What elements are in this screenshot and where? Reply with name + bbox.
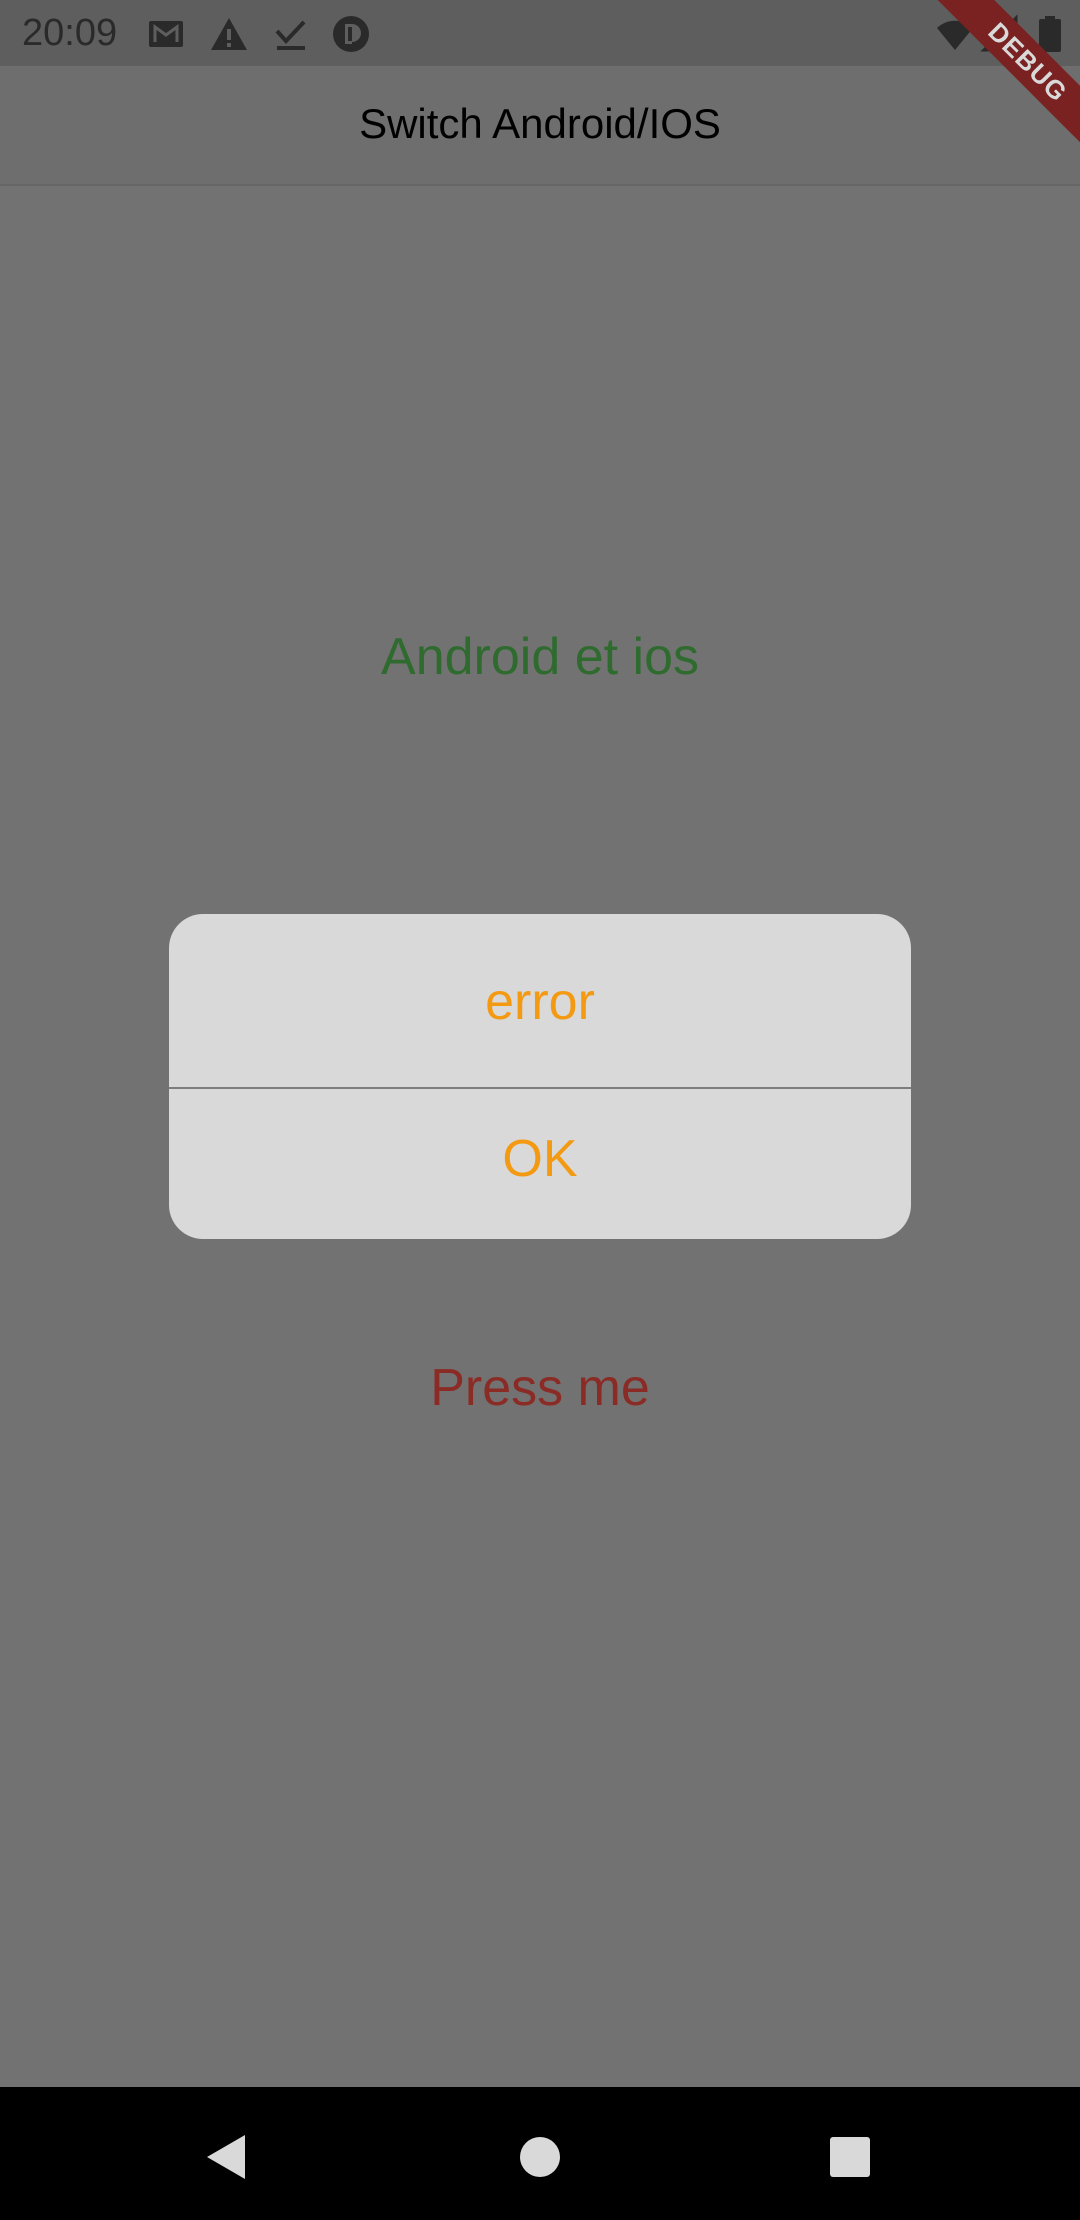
home-button[interactable] (500, 2117, 580, 2197)
battery-icon (1030, 14, 1070, 54)
status-time: 20:09 (22, 12, 118, 54)
app-badge-icon (331, 14, 371, 54)
page-title: Switch Android/IOS (359, 100, 721, 147)
warning-icon (209, 14, 249, 54)
download-done-icon (271, 14, 311, 54)
navigation-bar (0, 2087, 1080, 2220)
recents-icon (830, 2137, 870, 2177)
dialog-ok-label: OK (502, 1130, 578, 1188)
dialog-message: error (485, 973, 595, 1031)
press-me-button[interactable]: Press me (0, 1356, 1080, 1420)
back-button[interactable] (186, 2117, 266, 2197)
signal-icon (980, 14, 1020, 54)
home-icon (520, 2137, 560, 2177)
gmail-icon (146, 14, 186, 54)
platform-text: Android et ios (381, 628, 699, 686)
app-bar: Switch Android/IOS (0, 66, 1080, 186)
alert-dialog: error OK (169, 914, 911, 1239)
wifi-icon (935, 14, 975, 54)
dialog-content: error (169, 914, 911, 1087)
status-bar: 20:09 (0, 0, 1080, 66)
recents-button[interactable] (810, 2117, 890, 2197)
back-icon (207, 2135, 245, 2179)
dialog-ok-button[interactable]: OK (169, 1089, 911, 1239)
